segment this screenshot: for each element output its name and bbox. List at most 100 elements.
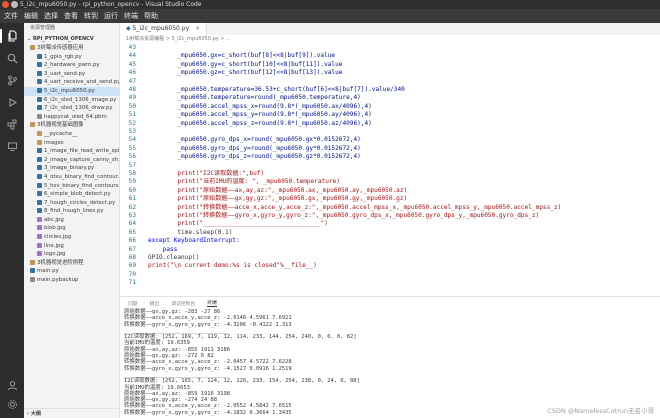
tab-debug-console[interactable]: 调试控制台 — [171, 300, 195, 307]
workspace-root-folder[interactable]: ⌄ RPI_PYTHON_OPENCV — [24, 34, 119, 44]
menu-edit[interactable]: 编辑 — [24, 11, 38, 21]
line-number: 71 — [128, 279, 136, 287]
file-item[interactable]: 5_hsv_binary_find_contours... — [24, 182, 119, 191]
code-text: print("\n current demo:%s is closed"%__f… — [148, 262, 317, 270]
search-icon[interactable] — [5, 51, 19, 65]
folder-item[interactable]: 3机器视觉进阶例程 — [24, 259, 119, 268]
breadcrumb[interactable]: 1树莓派资源编程 > 5_i2c_mpu6050.py > ... — [120, 35, 660, 44]
code-line: 62 print("转换数据——acce_x,acce_y,acce_z:",_… — [120, 204, 660, 212]
folder-item[interactable]: images — [24, 139, 119, 148]
file-label: 1_gpio_rgb.py — [44, 53, 82, 60]
file-item[interactable]: 6_i2c_oled_1306_image.py — [24, 96, 119, 105]
code-line: 66 except KeyboardInterrupt: — [120, 237, 660, 245]
menu-view[interactable]: 查看 — [64, 11, 78, 21]
line-number: 53 — [128, 128, 136, 135]
close-window-button[interactable] — [2, 1, 9, 8]
code-line: 65 time.sleep(0.1) — [120, 229, 660, 237]
file-item[interactable]: line.jpg — [24, 242, 119, 251]
bottom-panel: 问题 输出 调试控制台 终端 原始数据——gx,gy,gz: -283 -27 … — [120, 296, 660, 418]
code-text: print("转换数据——acce_x,acce_y,acce_z:",_mpu… — [148, 203, 562, 211]
python-file-icon — [37, 105, 42, 111]
menu-terminal[interactable]: 终端 — [124, 11, 138, 21]
code-text: _mpu6050.gyro_dps_z=round(_mpu6050.gz*0.… — [148, 153, 361, 161]
line-number: 43 — [128, 44, 136, 51]
file-item[interactable]: 8_find_hough_lines.py — [24, 207, 119, 216]
line-number: 56 — [128, 153, 136, 161]
line-number: 65 — [128, 228, 136, 236]
menu-go[interactable]: 转到 — [84, 11, 98, 21]
file-item[interactable]: 3_image_binary.py — [24, 164, 119, 173]
code-editor[interactable]: 43 44 _mpu6050.gx=c_short(buf[8]<<8|buf[9… — [120, 44, 660, 295]
editor-tabs: ◆ 5_i2c_mpu6050.py × — [120, 23, 660, 35]
file-label: 2_image_capture_canny_sh... — [44, 156, 119, 163]
minimize-window-button[interactable] — [11, 1, 18, 8]
file-item[interactable]: 1_image_file_read_write_spi... — [24, 147, 119, 156]
explorer-icon[interactable] — [0, 29, 24, 43]
menu-help[interactable]: 帮助 — [144, 11, 158, 21]
remote-explorer-icon[interactable] — [5, 139, 19, 153]
line-number: 46 — [128, 69, 136, 77]
editor-tab-active[interactable]: ◆ 5_i2c_mpu6050.py × — [120, 23, 208, 35]
code-line: 48 _mpu6050.temperature=36.53+c_short(bu… — [120, 86, 660, 94]
close-tab-icon[interactable]: × — [195, 25, 200, 32]
file-icon — [37, 113, 42, 119]
menu-selection[interactable]: 选择 — [44, 11, 58, 21]
file-item[interactable]: main.py — [24, 267, 119, 276]
tab-problems[interactable]: 问题 — [128, 300, 138, 307]
file-item[interactable]: 2_image_capture_canny_sh... — [24, 156, 119, 165]
menu-file[interactable]: 文件 — [4, 11, 18, 21]
terminal-output[interactable]: 原始数据——gx,gy,gz: -283 -27 86 转换数据——acce_x,… — [124, 309, 656, 418]
code-text: print("________________________________"… — [148, 220, 328, 228]
run-debug-icon[interactable] — [5, 95, 19, 109]
code-line: 68 GPIO.cleanup() — [120, 254, 660, 262]
file-icon — [30, 277, 35, 283]
file-item[interactable]: happycat_oled_64.pbm — [24, 113, 119, 122]
code-line: 59 print("当前IMU的温度: ", _mpu6050.temperat… — [120, 178, 660, 186]
file-item[interactable]: main.pybackup — [24, 276, 119, 285]
file-label: 3_uart_send.py — [44, 70, 86, 77]
code-text: pass — [148, 245, 178, 253]
file-tree: 3树莓派传感器应用 1_gpio_rgb.py 2_hardware_pwm.py 3… — [24, 44, 119, 285]
file-item[interactable]: 3_uart_send.py — [24, 70, 119, 79]
python-file-icon — [37, 148, 42, 154]
line-number: 57 — [128, 161, 136, 169]
tab-output[interactable]: 输出 — [150, 300, 160, 307]
folder-item[interactable]: __pycache__ — [24, 130, 119, 139]
file-item[interactable]: 6_simple_blob_detect.py — [24, 190, 119, 199]
file-item[interactable]: 2_hardware_pwm.py — [24, 61, 119, 70]
tab-terminal[interactable]: 终端 — [207, 299, 217, 307]
folder-icon — [30, 259, 35, 265]
file-label: line.jpg — [44, 242, 64, 249]
file-label: 2_hardware_pwm.py — [44, 62, 100, 69]
code-line: 52 _mpu6050.accel_mpss_z=round(9.8*(_mpu… — [120, 120, 660, 128]
file-item[interactable]: 7_i2c_oled_1306_draw.py — [24, 104, 119, 113]
folder-item[interactable]: 3机器视觉基础图像 — [24, 121, 119, 130]
line-number: 54 — [128, 136, 136, 144]
file-label: 7_hough_circles_detect.py — [44, 199, 116, 206]
code-text: _mpu6050.gy=c_short(buf[10]<<8|buf[11]).… — [148, 60, 343, 68]
file-item[interactable]: circles.jpg — [24, 233, 119, 242]
watermark: CSDN @NamelessCotrun无名小哥 — [547, 407, 654, 415]
outline-section[interactable]: › 大纲 — [24, 408, 119, 418]
code-line: 53 — [120, 128, 660, 136]
code-line: 56 _mpu6050.gyro_dps_z=round(_mpu6050.gz… — [120, 153, 660, 161]
account-icon[interactable] — [5, 378, 19, 392]
line-number: 64 — [128, 220, 136, 228]
file-item[interactable]: abc.jpg — [24, 216, 119, 225]
file-item[interactable]: 1_gpio_rgb.py — [24, 53, 119, 62]
menu-run[interactable]: 运行 — [104, 11, 118, 21]
file-item[interactable]: 4_uart_receive_and_send.py — [24, 78, 119, 87]
line-number: 61 — [128, 195, 136, 203]
file-item[interactable]: 7_hough_circles_detect.py — [24, 199, 119, 208]
settings-gear-icon[interactable] — [5, 397, 19, 411]
file-item[interactable]: logo.jpg — [24, 250, 119, 259]
file-item[interactable]: 5_i2c_mpu6050.py — [24, 86, 119, 96]
file-item[interactable]: 4_otsu_binary_find_contour... — [24, 173, 119, 182]
file-label: circles.jpg — [44, 234, 72, 241]
folder-item[interactable]: 3树莓派传感器应用 — [24, 44, 119, 53]
extensions-icon[interactable] — [5, 117, 19, 131]
file-item[interactable]: blob.jpg — [24, 224, 119, 233]
line-number: 60 — [128, 186, 136, 194]
code-line: 43 — [120, 44, 660, 52]
source-control-icon[interactable] — [5, 73, 19, 87]
